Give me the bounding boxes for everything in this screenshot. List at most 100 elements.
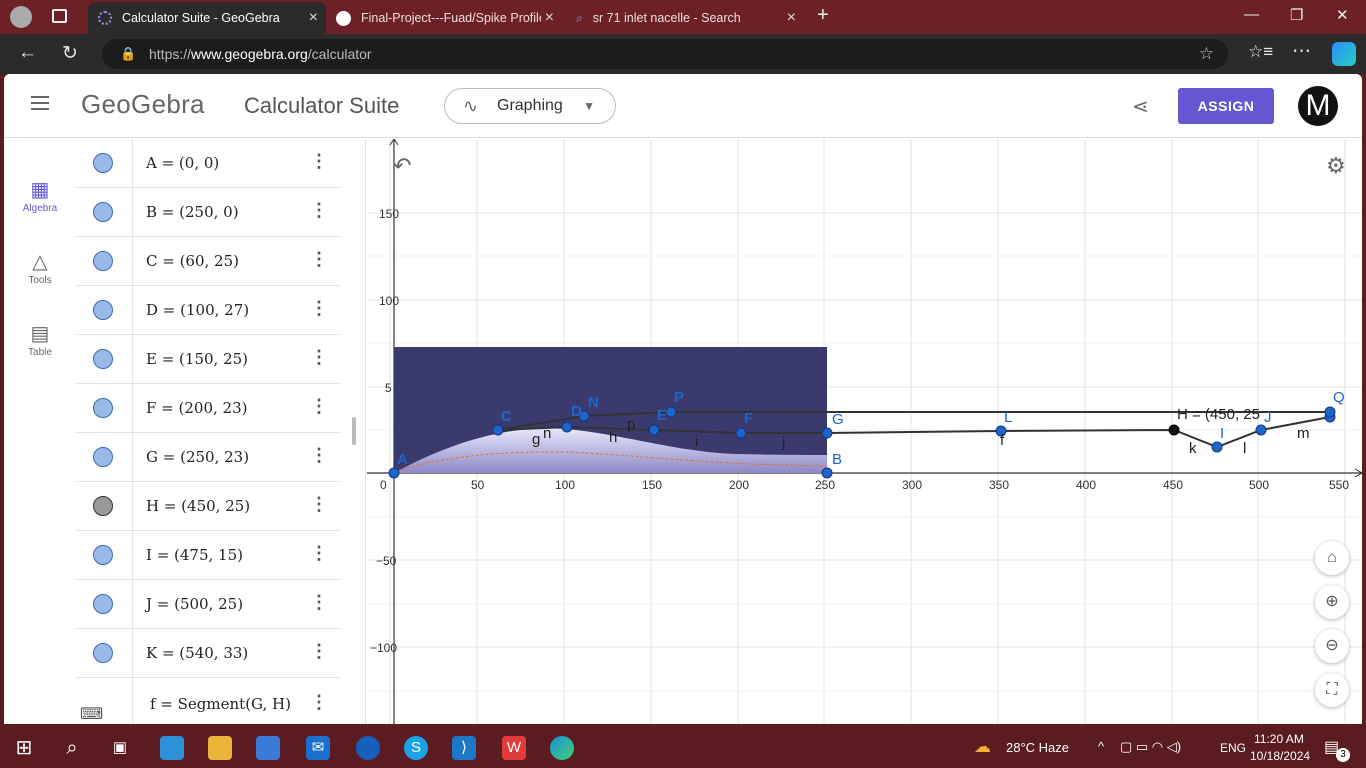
algebra-row[interactable]: A = (0, 0) ⋮ (76, 139, 340, 188)
more-vert-icon[interactable]: ⋮ (310, 692, 328, 713)
windows-start-icon[interactable]: ⊞ (12, 736, 36, 760)
nacelle-image[interactable] (394, 347, 828, 473)
visibility-marble[interactable] (93, 643, 113, 663)
assign-button[interactable]: ASSIGN (1178, 88, 1274, 124)
back-icon[interactable]: ← (18, 42, 37, 64)
algebra-expression[interactable]: B = (250, 0) (146, 203, 239, 221)
keyboard-icon[interactable]: ⌨ (80, 704, 103, 724)
favorites-icon[interactable]: ☆≡ (1248, 42, 1273, 62)
more-vert-icon[interactable]: ⋮ (310, 543, 328, 564)
user-avatar[interactable]: M (1298, 86, 1338, 126)
profile-avatar[interactable] (10, 6, 32, 28)
skype-icon[interactable]: S (404, 736, 428, 760)
algebra-expression[interactable]: G = (250, 23) (146, 448, 249, 466)
algebra-row[interactable]: G = (250, 23) ⋮ (76, 433, 340, 482)
more-vert-icon[interactable]: ⋮ (310, 298, 328, 319)
close-window-icon[interactable]: ✕ (1336, 6, 1349, 24)
visibility-marble[interactable] (93, 349, 113, 369)
browser-app-icon[interactable] (356, 736, 380, 760)
task-view-icon[interactable]: ▣ (108, 736, 132, 760)
store-icon[interactable] (256, 736, 280, 760)
edge-icon[interactable] (550, 736, 574, 760)
file-explorer-icon[interactable] (208, 736, 232, 760)
favorite-star-icon[interactable]: ☆ (1199, 39, 1214, 69)
algebra-row[interactable]: B = (250, 0) ⋮ (76, 188, 340, 237)
settings-gear-icon[interactable]: ⚙ (1326, 153, 1346, 179)
system-tray-icons[interactable]: ▢ ▭ ◠ ◁) (1120, 739, 1181, 755)
clock-time[interactable]: 11:20 AM (1254, 732, 1304, 746)
mail-icon[interactable]: ✉ (306, 736, 330, 760)
panel-resize-handle[interactable] (352, 417, 356, 445)
algebra-row[interactable]: D = (100, 27) ⋮ (76, 286, 340, 335)
weather-icon[interactable]: ☁ (974, 737, 991, 757)
tab-search[interactable]: ⌕ sr 71 inlet nacelle - Search × (566, 2, 804, 34)
algebra-expression[interactable]: H = (450, 25) (146, 497, 250, 515)
algebra-row[interactable]: H = (450, 25) ⋮ (76, 482, 340, 531)
close-icon[interactable]: × (787, 9, 796, 27)
computer-app-icon[interactable] (160, 736, 184, 760)
algebra-expression[interactable]: J = (500, 25) (146, 595, 243, 613)
wps-office-icon[interactable]: W (502, 736, 526, 760)
visibility-marble[interactable] (93, 447, 113, 467)
zoom-in-icon[interactable]: ⊕ (1315, 585, 1349, 619)
visibility-marble[interactable] (93, 398, 113, 418)
more-vert-icon[interactable]: ⋮ (310, 200, 328, 221)
fullscreen-icon[interactable]: ⛶ (1315, 673, 1349, 707)
more-icon[interactable]: ⋯ (1292, 40, 1311, 63)
refresh-icon[interactable]: ↻ (62, 42, 78, 65)
more-vert-icon[interactable]: ⋮ (310, 249, 328, 270)
copilot-icon[interactable] (1332, 42, 1356, 66)
nav-table[interactable]: ▤ Table (4, 321, 76, 358)
menu-icon[interactable] (31, 96, 49, 110)
graphics-view[interactable]: 0 50 100 150 200 250 300 350 400 450 500… (367, 139, 1362, 724)
visibility-marble[interactable] (93, 545, 113, 565)
more-vert-icon[interactable]: ⋮ (310, 396, 328, 417)
algebra-row[interactable]: I = (475, 15) ⋮ (76, 531, 340, 580)
more-vert-icon[interactable]: ⋮ (310, 445, 328, 466)
algebra-row[interactable]: K = (540, 33) ⋮ (76, 629, 340, 678)
visibility-marble[interactable] (93, 300, 113, 320)
algebra-row[interactable]: J = (500, 25) ⋮ (76, 580, 340, 629)
share-icon[interactable]: ⋖ (1132, 94, 1149, 119)
more-vert-icon[interactable]: ⋮ (310, 347, 328, 368)
visibility-marble[interactable] (93, 153, 113, 173)
algebra-expression[interactable]: F = (200, 23) (146, 399, 247, 417)
algebra-expression[interactable]: E = (150, 25) (146, 350, 248, 368)
new-tab-icon[interactable]: + (817, 4, 829, 27)
visibility-marble[interactable] (93, 496, 113, 516)
more-vert-icon[interactable]: ⋮ (310, 494, 328, 515)
visibility-marble[interactable] (93, 251, 113, 271)
algebra-row[interactable]: E = (150, 25) ⋮ (76, 335, 340, 384)
tab-geogebra[interactable]: Calculator Suite - GeoGebra × (88, 2, 326, 34)
visibility-marble[interactable] (93, 202, 113, 222)
algebra-expression[interactable]: I = (475, 15) (146, 546, 243, 564)
search-icon[interactable]: ⌕ (60, 736, 84, 760)
algebra-row[interactable]: f = Segment(G, H) ⋮ (76, 678, 340, 724)
more-vert-icon[interactable]: ⋮ (310, 592, 328, 613)
algebra-row[interactable]: F = (200, 23) ⋮ (76, 384, 340, 433)
geogebra-logo[interactable]: GeoGebra (81, 89, 205, 120)
home-icon[interactable]: ⌂ (1315, 541, 1349, 575)
app-picker-dropdown[interactable]: ∿ Graphing ▼ (444, 88, 616, 124)
minimize-icon[interactable]: — (1244, 6, 1259, 23)
tab-actions-icon[interactable] (52, 9, 67, 23)
close-icon[interactable]: × (309, 9, 318, 27)
nav-tools[interactable]: △ Tools (4, 249, 76, 286)
algebra-expression[interactable]: C = (60, 25) (146, 252, 239, 270)
algebra-row[interactable]: C = (60, 25) ⋮ (76, 237, 340, 286)
algebra-expression[interactable]: f = Segment(G, H) (150, 695, 291, 713)
algebra-expression[interactable]: A = (0, 0) (146, 154, 219, 172)
clock-date[interactable]: 10/18/2024 (1250, 749, 1310, 763)
tray-chevron-icon[interactable]: ^ (1098, 739, 1104, 754)
restore-icon[interactable]: ❐ (1290, 6, 1303, 24)
vscode-icon[interactable]: ⟩ (452, 736, 476, 760)
tab-github[interactable]: Final-Project---Fuad/Spike Profile × (326, 2, 562, 34)
algebra-expression[interactable]: K = (540, 33) (146, 644, 248, 662)
address-bar[interactable]: 🔒 https://www.geogebra.org/calculator ☆ (102, 39, 1228, 69)
close-icon[interactable]: × (545, 9, 554, 27)
language-indicator[interactable]: ENG (1220, 741, 1246, 755)
nav-algebra[interactable]: ▦ Algebra (4, 177, 76, 214)
more-vert-icon[interactable]: ⋮ (310, 151, 328, 172)
graph-canvas[interactable] (367, 139, 1362, 724)
visibility-marble[interactable] (93, 594, 113, 614)
